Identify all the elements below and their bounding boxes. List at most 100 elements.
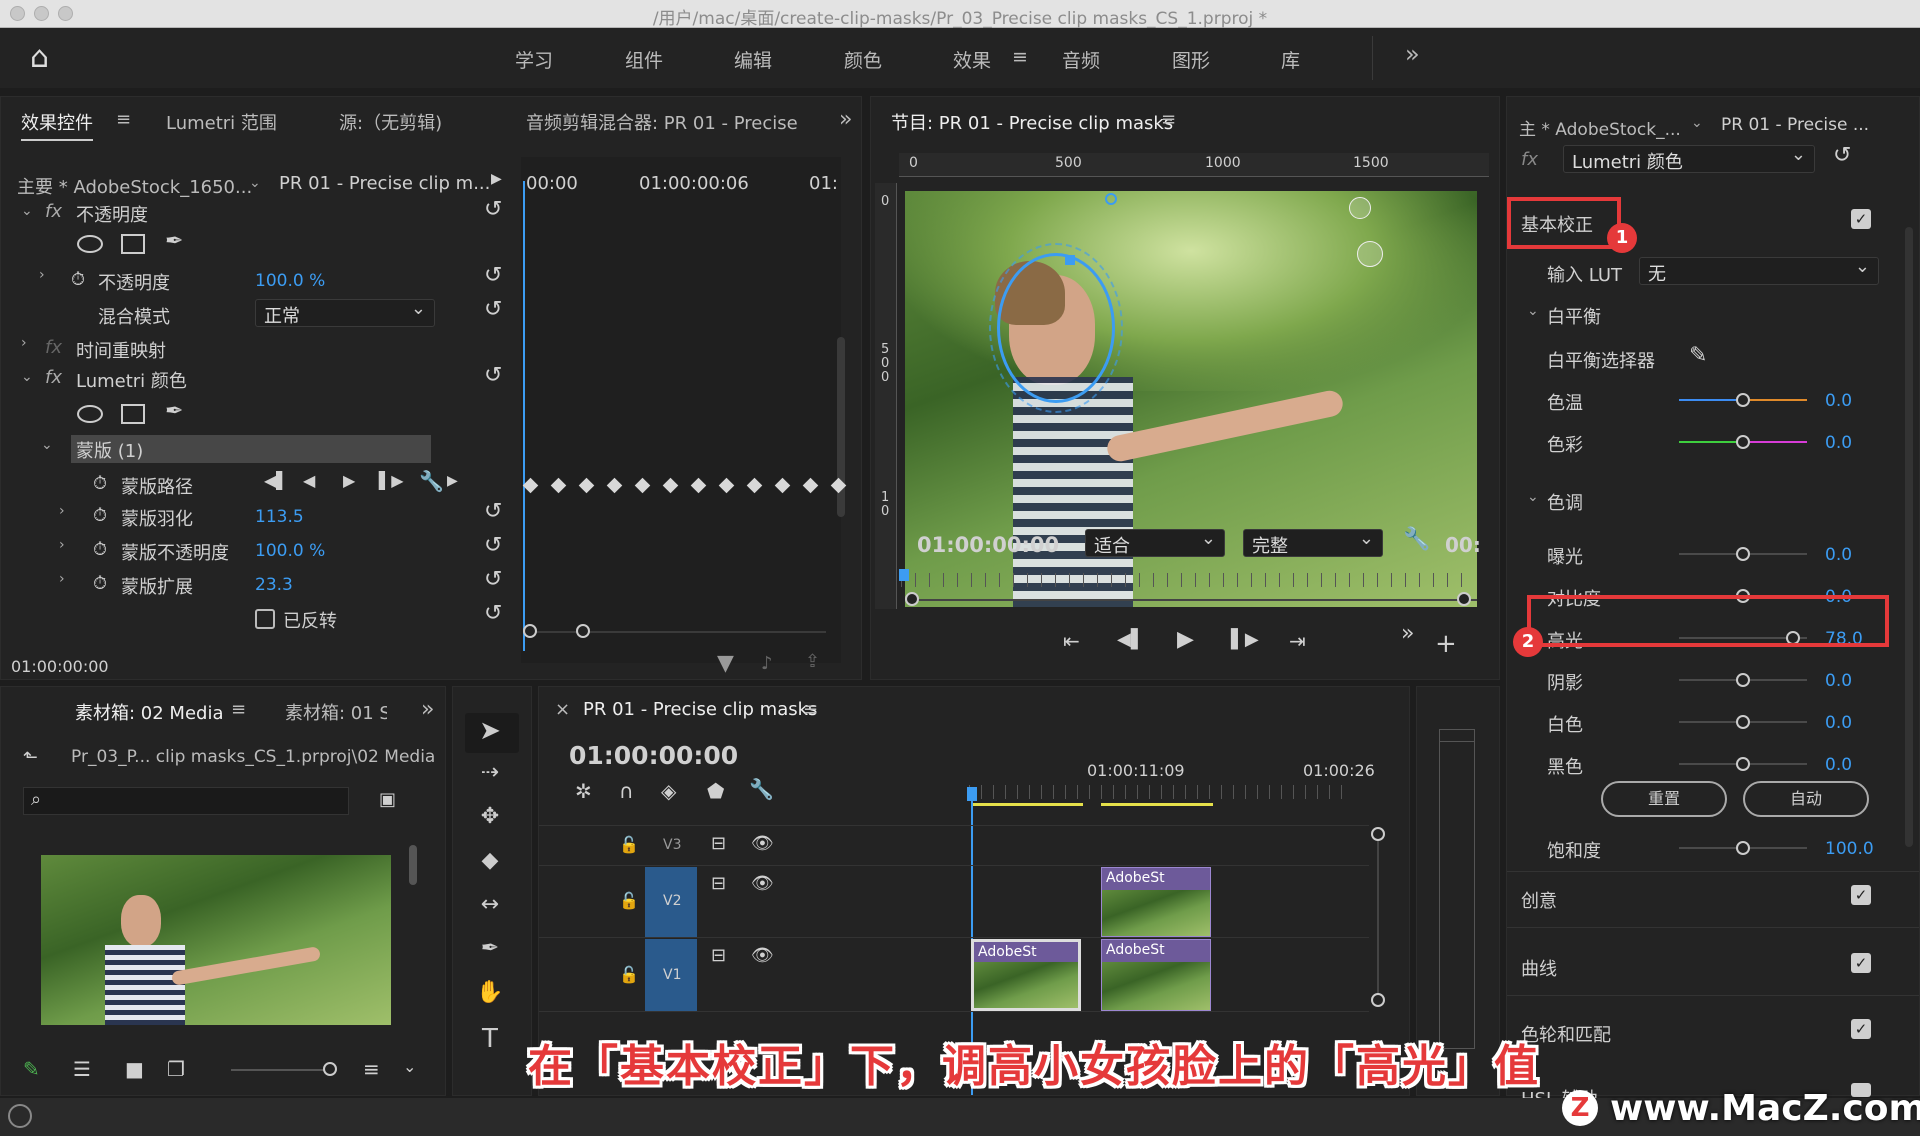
pen-mask-icon[interactable]: ✒	[165, 229, 183, 254]
zoom-handle-right[interactable]	[576, 624, 590, 638]
eye-icon[interactable]: 👁	[751, 945, 774, 966]
folder-up-icon[interactable]: ⬑	[23, 747, 38, 768]
workspace-learn[interactable]: 学习	[515, 46, 553, 73]
sequence-clip-label[interactable]: PR 01 - Precise clip m...	[279, 173, 490, 194]
tab-source[interactable]: 源:（无剪辑)	[339, 109, 442, 135]
chevron-right-icon[interactable]: ›	[59, 537, 65, 553]
reset-icon[interactable]: ↺	[484, 297, 502, 322]
clip-v2[interactable]: AdobeSt	[1101, 867, 1211, 937]
export-icon[interactable]: ⇪	[805, 651, 820, 672]
zoom-bar[interactable]	[911, 599, 1477, 601]
step-back-icon[interactable]: ◀▌	[1117, 629, 1145, 650]
track-prev-icon[interactable]: ◀	[303, 471, 315, 490]
program-title[interactable]: 节目: PR 01 - Precise clip masks	[891, 109, 1173, 135]
zoom-scrollbar[interactable]	[526, 631, 826, 633]
blend-mode-dropdown[interactable]: 正常	[255, 298, 435, 327]
fx-icon[interactable]: fx	[45, 367, 62, 388]
creative-cloud-icon[interactable]	[8, 1104, 32, 1128]
clip-v1[interactable]: AdobeSt	[1101, 939, 1211, 1011]
filter-icon[interactable]: ▼	[717, 651, 734, 676]
mask-feather-value[interactable]: 113.5	[255, 507, 304, 527]
creative-checkbox[interactable]: ✓	[1851, 885, 1871, 905]
track-forward-icon[interactable]: ▌▶	[379, 471, 404, 490]
add-button-icon[interactable]: +	[1435, 629, 1457, 659]
sort-icon[interactable]: ≡	[363, 1057, 380, 1081]
sync-lock-icon[interactable]: ⊟	[711, 873, 726, 894]
eyedropper-icon[interactable]: ✎	[1689, 343, 1707, 368]
inverted-checkbox[interactable]	[255, 609, 275, 629]
chevron-down-icon[interactable]: ⌄	[1691, 115, 1703, 131]
nest-icon[interactable]: ✲	[575, 779, 592, 803]
stopwatch-icon[interactable]: ⏱	[93, 539, 107, 560]
pen-mask-icon[interactable]: ✒	[165, 399, 183, 424]
chevron-down-icon[interactable]: ⌄	[41, 437, 53, 453]
mask-feather-outline[interactable]	[989, 243, 1123, 413]
new-search-bin-icon[interactable]: ▣	[379, 789, 396, 810]
reset-icon[interactable]: ↺	[484, 363, 502, 388]
track-v3-label[interactable]: V3	[663, 837, 681, 853]
timeline-title[interactable]: PR 01 - Precise clip masks	[583, 699, 817, 720]
slider-value[interactable]: 0.0	[1825, 545, 1852, 565]
slip-tool-icon[interactable]: ↔	[470, 892, 510, 917]
opacity-value[interactable]: 100.0 %	[255, 271, 325, 291]
program-timecode[interactable]: 01:00:00:00	[917, 533, 1059, 557]
basic-correction-checkbox[interactable]: ✓	[1851, 209, 1871, 229]
chevron-down-icon[interactable]: ⌄	[1527, 489, 1539, 505]
panel-menu-icon[interactable]: ≡	[116, 109, 131, 130]
effect-selector-dropdown[interactable]: Lumetri 颜色	[1563, 144, 1815, 173]
tab-effect-controls[interactable]: 效果控件	[21, 109, 93, 141]
slider-knob[interactable]	[1736, 673, 1750, 687]
fit-dropdown[interactable]: 适合	[1085, 528, 1225, 557]
icon-view-icon[interactable]: ■	[125, 1057, 144, 1081]
chevron-right-icon[interactable]: ›	[59, 503, 65, 519]
tab-audio-clip-mixer[interactable]: 音频剪辑混合器: PR 01 - Precise c	[526, 109, 801, 135]
zoom-handle-left[interactable]	[905, 592, 919, 606]
pen-tool-icon[interactable]: ✒	[470, 936, 510, 961]
eye-icon[interactable]: 👁	[751, 833, 774, 854]
chevron-right-icon[interactable]: ▶	[447, 473, 458, 489]
reset-icon[interactable]: ↺	[1833, 143, 1851, 168]
mask-vertex[interactable]	[1065, 255, 1075, 265]
chevron-right-icon[interactable]: ›	[39, 267, 45, 283]
stopwatch-icon[interactable]: ⏱	[93, 573, 107, 594]
mark-in-icon[interactable]: ⇤	[1063, 629, 1080, 653]
mask-opacity-value[interactable]: 100.0 %	[255, 541, 325, 561]
quality-dropdown[interactable]: 完整	[1243, 528, 1383, 557]
workspace-color[interactable]: 颜色	[844, 46, 882, 73]
auto-button[interactable]: 自动	[1743, 781, 1869, 817]
slider-knob[interactable]	[1736, 393, 1750, 407]
panel-menu-icon[interactable]: ≡	[1161, 109, 1176, 130]
lumetri-sequence-clip[interactable]: PR 01 - Precise ...	[1721, 115, 1869, 135]
tone-header[interactable]: 色调	[1547, 489, 1583, 515]
rectangle-mask-icon[interactable]	[121, 234, 145, 254]
ellipse-mask-icon[interactable]	[77, 405, 103, 423]
reset-icon[interactable]: ↺	[484, 533, 502, 558]
effect-controls-timecode[interactable]: 01:00:00:00	[11, 657, 109, 676]
workspace-menu-icon[interactable]: ≡	[1012, 46, 1028, 68]
track-v2-label[interactable]: V2	[663, 893, 681, 909]
curves-checkbox[interactable]: ✓	[1851, 953, 1871, 973]
color-wheels-checkbox[interactable]: ✓	[1851, 1019, 1871, 1039]
workspace-assembly[interactable]: 组件	[625, 46, 663, 73]
reset-icon[interactable]: ↺	[484, 263, 502, 288]
program-ruler-ticks[interactable]	[901, 573, 1471, 587]
program-playhead[interactable]	[899, 569, 909, 581]
track-v1-label[interactable]: V1	[663, 967, 681, 983]
slider-knob[interactable]	[1736, 715, 1750, 729]
home-icon[interactable]: ⌂	[30, 40, 49, 75]
snap-magnet-icon[interactable]: ∩	[619, 779, 634, 803]
lock-icon[interactable]: 🔓	[619, 835, 639, 854]
slider-value[interactable]: 100.0	[1825, 839, 1874, 859]
sync-lock-icon[interactable]: ⊟	[711, 833, 726, 854]
pencil-icon[interactable]: ✎	[23, 1057, 40, 1081]
white-balance-header[interactable]: 白平衡	[1547, 303, 1601, 329]
play-audio-icon[interactable]: ♪	[761, 653, 773, 674]
type-tool-icon[interactable]: T	[470, 1024, 510, 1054]
lock-icon[interactable]: 🔓	[619, 965, 639, 984]
add-marker-icon[interactable]: ⬟	[707, 779, 724, 803]
selection-tool-icon[interactable]: ➤	[470, 716, 510, 746]
tab-lumetri-scopes[interactable]: Lumetri 范围	[166, 109, 277, 135]
clip-v1-selected[interactable]: AdobeSt	[971, 939, 1081, 1011]
vertical-scrollbar[interactable]	[1377, 833, 1379, 1003]
zoom-slider-track[interactable]	[231, 1069, 325, 1071]
